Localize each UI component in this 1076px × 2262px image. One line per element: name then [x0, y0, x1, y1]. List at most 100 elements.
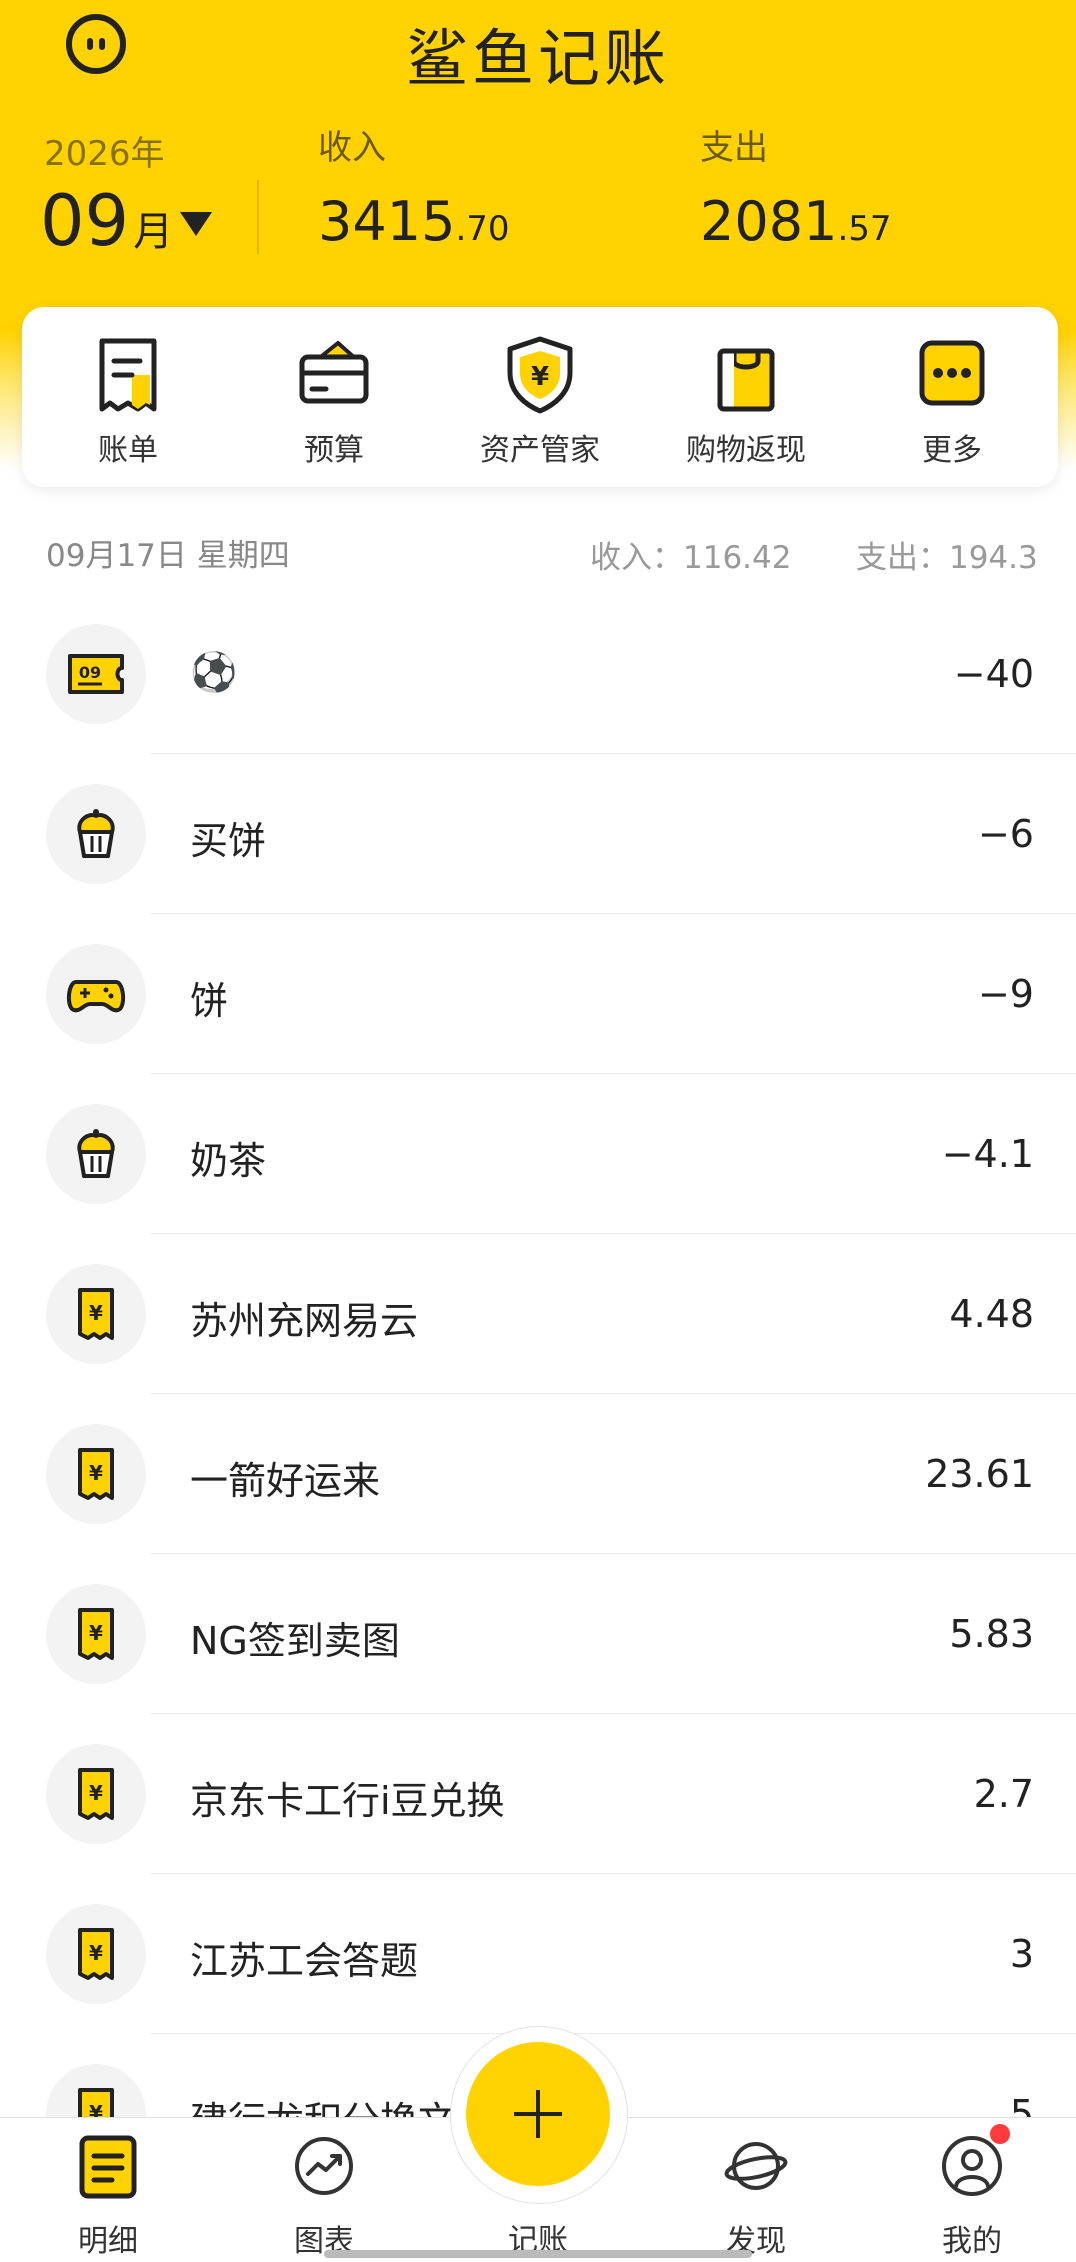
transaction-row[interactable]: 买饼 −6 [0, 754, 1076, 914]
income-total: 3415.70 [318, 190, 510, 253]
transaction-row[interactable]: ¥ 一箭好运来 23.61 [0, 1394, 1076, 1554]
quick-actions-panel: 账单 预算 ¥ 资产管家 购物返现 更多 [22, 307, 1058, 487]
receipt-icon: ¥ [78, 1448, 114, 1500]
shopping-bag-icon [717, 348, 775, 412]
tab-label: 我的 [942, 2224, 1002, 2259]
category-icon-wrap [46, 784, 146, 884]
month-number: 09 [40, 180, 130, 262]
plus-icon-vertical [536, 2090, 540, 2138]
tab-discover[interactable]: 发现 [676, 2118, 836, 2262]
transaction-amount: 3 [1009, 1932, 1034, 1976]
category-icon-wrap [46, 1104, 146, 1204]
day-expense: 支出：194.3 [856, 540, 1038, 576]
month-selector[interactable]: 09 月 [40, 180, 173, 262]
transaction-row[interactable]: 奶茶 −4.1 [0, 1074, 1076, 1234]
add-record-button[interactable] [466, 2042, 610, 2186]
svg-text:¥: ¥ [89, 1301, 103, 1325]
transaction-title: 饼 [190, 979, 229, 1023]
cupcake-icon [77, 809, 115, 858]
transaction-row[interactable]: ¥ 京东卡工行i豆兑换 2.7 [0, 1714, 1076, 1874]
expense-label: 支出 [700, 128, 768, 168]
wallet-icon [299, 341, 369, 404]
transaction-title: ⚽ [190, 650, 238, 694]
quick-action-budget[interactable]: 预算 [234, 307, 434, 487]
planet-icon [724, 2142, 788, 2190]
day-date: 09月17日 星期四 [46, 538, 290, 574]
svg-text:¥: ¥ [89, 1941, 103, 1965]
category-icon-wrap [46, 944, 146, 1044]
receipt-icon: ¥ [78, 1768, 114, 1820]
tab-label: 明细 [78, 2224, 138, 2259]
transaction-amount: −6 [977, 812, 1034, 856]
quick-action-cashback[interactable]: 购物返现 [646, 307, 846, 487]
month-unit: 月 [133, 209, 174, 255]
transaction-amount: 2.7 [973, 1772, 1034, 1816]
expense-int: 2081 [700, 190, 838, 253]
quick-action-label: 资产管家 [480, 433, 600, 468]
receipt-icon: ¥ [78, 1288, 114, 1340]
quick-action-label: 预算 [304, 433, 364, 468]
category-icon-wrap: ¥ [46, 1904, 146, 2004]
ticket-icon: 09 [68, 654, 124, 694]
quick-action-label: 更多 [922, 433, 982, 468]
income-decimal: .70 [455, 209, 510, 249]
transaction-amount: 5.83 [949, 1612, 1034, 1656]
transaction-row[interactable]: ¥ 江苏工会答题 3 [0, 1874, 1076, 2034]
expense-decimal: .57 [837, 209, 892, 249]
gamepad-icon [67, 980, 125, 1013]
transaction-title: 奶茶 [190, 1139, 267, 1183]
transaction-row[interactable]: ¥ 苏州充网易云 4.48 [0, 1234, 1076, 1394]
transaction-row[interactable]: ¥ NG签到卖图 5.83 [0, 1554, 1076, 1714]
income-label: 收入 [318, 128, 386, 168]
transaction-title: 买饼 [190, 819, 267, 863]
category-icon-wrap: ¥ [46, 1744, 146, 1844]
category-icon-wrap: 09 [46, 624, 146, 724]
svg-text:¥: ¥ [89, 1461, 103, 1485]
more-icon [919, 340, 985, 406]
tab-mine[interactable]: 我的 [892, 2118, 1052, 2262]
chart-trend-icon [295, 2137, 353, 2195]
year-label[interactable]: 2026年 [44, 126, 165, 175]
transaction-title: 江苏工会答题 [190, 1939, 419, 1983]
bill-icon [99, 338, 157, 412]
details-list-icon [79, 2135, 137, 2199]
expense-total: 2081.57 [700, 190, 892, 253]
transaction-amount: 23.61 [925, 1452, 1034, 1496]
income-int: 3415 [318, 190, 456, 253]
transaction-amount: −9 [977, 972, 1034, 1016]
svg-text:¥: ¥ [531, 362, 549, 392]
svg-text:09: 09 [79, 663, 101, 682]
transaction-row[interactable]: 饼 −9 [0, 914, 1076, 1074]
day-income: 收入：116.42 [590, 540, 792, 576]
transaction-row[interactable]: 09 ⚽ −40 [0, 594, 1076, 754]
notification-dot [990, 2124, 1010, 2144]
cupcake-icon [77, 1129, 115, 1178]
quick-action-bill[interactable]: 账单 [28, 307, 228, 487]
quick-action-label: 账单 [98, 433, 158, 468]
receipt-icon: ¥ [78, 1928, 114, 1980]
home-indicator [324, 2250, 752, 2258]
svg-text:¥: ¥ [89, 1621, 103, 1645]
tab-charts[interactable]: 图表 [244, 2118, 404, 2262]
transaction-title: 苏州充网易云 [190, 1299, 419, 1343]
transaction-list: 09 ⚽ −40 买饼 −6 饼 −9 奶茶 −4.1 ¥ 苏州充网易云 4.4… [0, 594, 1076, 2194]
transaction-amount: −40 [953, 652, 1034, 696]
category-icon-wrap: ¥ [46, 1264, 146, 1364]
asset-shield-icon: ¥ [507, 336, 573, 414]
svg-text:¥: ¥ [89, 1781, 103, 1805]
transaction-title: 一箭好运来 [190, 1459, 381, 1503]
tab-details[interactable]: 明细 [28, 2118, 188, 2262]
transaction-amount: −4.1 [941, 1132, 1034, 1176]
quick-action-more[interactable]: 更多 [852, 307, 1052, 487]
transaction-title: 京东卡工行i豆兑换 [190, 1779, 505, 1823]
header-divider [257, 180, 259, 254]
app-title: 鲨鱼记账 [405, 22, 670, 95]
transaction-amount: 4.48 [949, 1292, 1034, 1336]
category-icon-wrap: ¥ [46, 1424, 146, 1524]
receipt-icon: ¥ [78, 1608, 114, 1660]
category-icon-wrap: ¥ [46, 1584, 146, 1684]
day-summary-header: 09月17日 星期四 收入：116.42 支出：194.3 [0, 520, 1076, 580]
quick-action-assets[interactable]: ¥ 资产管家 [440, 307, 640, 487]
quick-action-label: 购物返现 [686, 433, 806, 468]
caret-down-icon[interactable] [180, 212, 212, 236]
